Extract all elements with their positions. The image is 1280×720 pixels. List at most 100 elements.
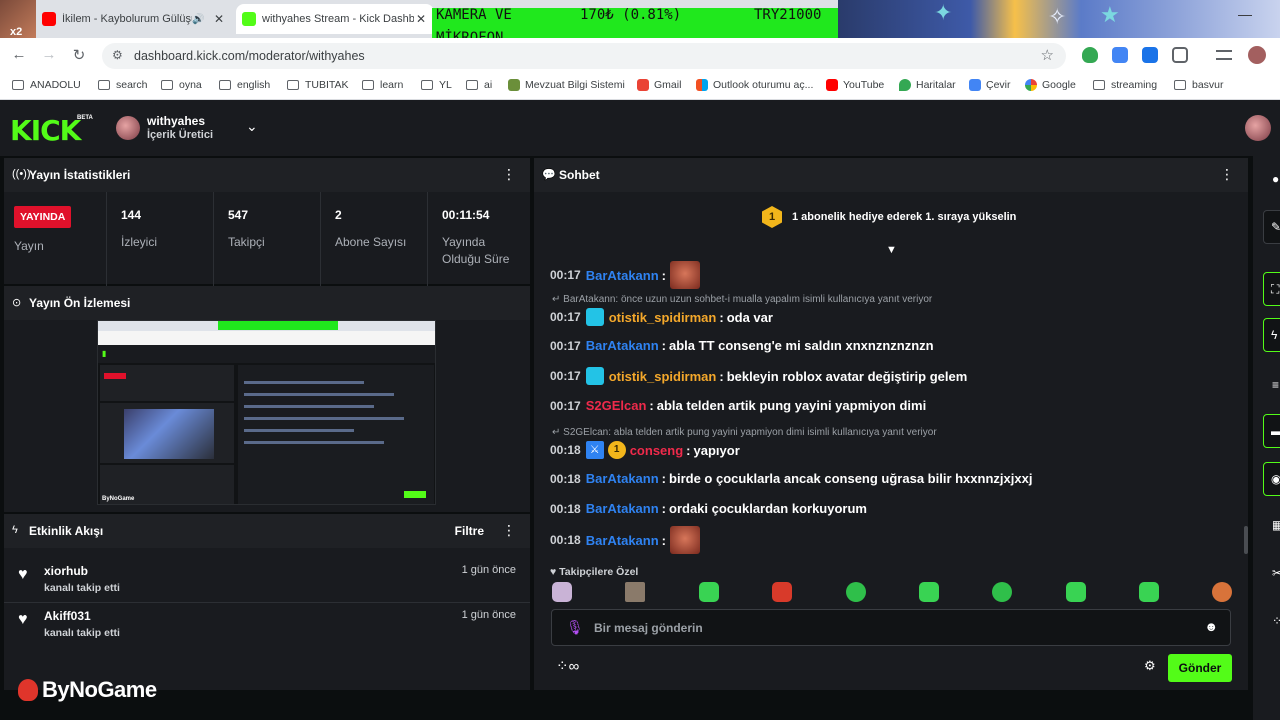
site-info-icon[interactable]: ⚙ xyxy=(112,48,123,62)
emote-icon[interactable] xyxy=(992,582,1012,602)
bookmark-link[interactable]: Mevzuat Bilgi Sistemi xyxy=(508,79,625,91)
send-button[interactable]: Gönder xyxy=(1168,654,1232,682)
pinned-toggle-icon[interactable]: ▼ xyxy=(886,244,897,256)
bookmark-folder[interactable]: search xyxy=(98,79,148,91)
bookmark-link[interactable]: Gmail xyxy=(637,79,681,91)
zoom-badge: x2 xyxy=(10,26,23,38)
lightning-icon: ϟ xyxy=(12,524,18,536)
emote-icon[interactable] xyxy=(846,582,866,602)
chat-username[interactable]: conseng xyxy=(630,443,683,458)
emoji-picker-icon[interactable]: ☻ xyxy=(1204,619,1218,634)
chat-username[interactable]: BarAtakann xyxy=(586,501,659,516)
reload-icon[interactable]: ↻ xyxy=(70,46,88,64)
emote-icon[interactable] xyxy=(1139,582,1159,602)
tool-button[interactable]: ⛶ xyxy=(1263,272,1280,306)
bookmark-link[interactable]: YouTube xyxy=(826,79,884,91)
kick-points-icon[interactable]: ⁘∞ xyxy=(556,657,579,675)
forward-icon[interactable]: → xyxy=(40,46,58,63)
bookmark-folder[interactable]: ai xyxy=(466,79,492,91)
share-icon[interactable]: ⁘ xyxy=(1272,614,1280,628)
url-omnibox[interactable]: ⚙ dashboard.kick.com/moderator/withyahes… xyxy=(102,43,1066,69)
preview-nested xyxy=(124,409,214,459)
bookmark-folder[interactable]: streaming xyxy=(1093,79,1157,91)
bookmark-folder[interactable]: ANADOLU xyxy=(12,79,81,91)
sub-gift-banner[interactable]: 1 1 abonelik hediye ederek 1. sıraya yük… xyxy=(762,206,1016,228)
info-icon[interactable]: ● xyxy=(1272,172,1279,186)
emote-icon[interactable] xyxy=(699,582,719,602)
youtube-icon xyxy=(826,79,838,91)
stream-preview-video[interactable]: ▮ ByNoGame xyxy=(97,320,436,505)
emote-icon[interactable] xyxy=(625,582,645,602)
lightning-tool-button[interactable]: ϟ xyxy=(1263,318,1280,352)
back-icon[interactable]: ← xyxy=(10,46,28,63)
emote-icon[interactable] xyxy=(772,582,792,602)
bookmark-link[interactable]: Outlook oturumu aç... xyxy=(696,79,813,91)
follower-name[interactable]: Akiff031 xyxy=(44,609,91,623)
kick-logo[interactable]: KICK xyxy=(10,114,81,147)
reading-list-icon[interactable] xyxy=(1216,50,1232,60)
gear-icon[interactable]: ⚙ xyxy=(1144,658,1156,674)
folder-icon xyxy=(1093,80,1105,90)
follower-name[interactable]: xiorhub xyxy=(44,564,88,578)
bookmark-link[interactable]: Google xyxy=(1025,79,1076,91)
close-tab-icon[interactable]: ✕ xyxy=(212,12,226,26)
browser-tab-kick[interactable]: withyahes Stream - Kick Dashboard ✕ xyxy=(236,4,434,34)
chat-username[interactable]: BarAtakann xyxy=(586,338,659,353)
chat-username[interactable]: BarAtakann xyxy=(586,471,659,486)
user-avatar[interactable] xyxy=(1245,115,1271,141)
microsoft-icon xyxy=(696,79,708,91)
chat-username[interactable]: S2GElcan xyxy=(586,398,647,413)
chat-scrollbar[interactable] xyxy=(1244,526,1248,554)
chat-text: abla telden artik pung yayini yapmiyon d… xyxy=(656,398,927,413)
edit-tool-button[interactable]: ✎ xyxy=(1263,210,1280,244)
chat-username[interactable]: BarAtakann xyxy=(586,268,659,283)
chat-tool-button[interactable]: ▬ xyxy=(1263,414,1280,448)
preview-address-bar xyxy=(98,331,435,345)
channel-name[interactable]: withyahes xyxy=(147,114,205,128)
chat-username[interactable]: otistik_spidirman xyxy=(609,369,717,384)
bookmark-folder[interactable]: TUBITAK xyxy=(287,79,349,91)
extension-icon[interactable] xyxy=(1112,47,1128,63)
emote-icon[interactable] xyxy=(919,582,939,602)
more-options-icon[interactable]: ⋮ xyxy=(1220,166,1234,183)
layout-icon[interactable]: ▦ xyxy=(1272,518,1280,532)
chat-username[interactable]: BarAtakann xyxy=(586,533,659,548)
bookmark-folder[interactable]: english xyxy=(219,79,270,91)
extension-icon[interactable] xyxy=(1142,47,1158,63)
stats-header: ((•)) Yayın İstatistikleri ⋮ xyxy=(4,158,530,192)
bookmark-folder[interactable]: oyna xyxy=(161,79,202,91)
translate-icon xyxy=(969,79,981,91)
list-icon[interactable]: ≡ xyxy=(1272,378,1279,392)
bookmark-link[interactable]: Haritalar xyxy=(899,79,956,91)
bookmark-star-icon[interactable]: ☆ xyxy=(1041,46,1054,64)
sub-gift-text: 1 abonelik hediye ederek 1. sıraya yükse… xyxy=(792,211,1017,223)
microphone-icon[interactable]: 🎙 xyxy=(566,619,584,636)
close-tab-icon[interactable]: ✕ xyxy=(414,12,428,26)
wrench-icon[interactable]: ✂ xyxy=(1272,566,1280,580)
chevron-down-icon[interactable]: ⌄ xyxy=(246,118,258,135)
bookmark-folder[interactable]: YL xyxy=(421,79,452,91)
maps-icon xyxy=(899,79,911,91)
beta-label: BETA xyxy=(77,115,93,121)
bookmark-folder[interactable]: learn xyxy=(362,79,403,91)
more-options-icon[interactable]: ⋮ xyxy=(502,166,516,183)
profile-avatar[interactable] xyxy=(1248,46,1266,64)
broadcast-tool-button[interactable]: ◉ xyxy=(1263,462,1280,496)
bookmark-link[interactable]: Çevir xyxy=(969,79,1011,91)
channel-avatar[interactable] xyxy=(116,116,140,140)
list-item: ♥ Akiff031 kanalı takip etti 1 gün önce xyxy=(4,603,530,648)
extensions-puzzle-icon[interactable] xyxy=(1172,47,1188,63)
more-options-icon[interactable]: ⋮ xyxy=(502,522,516,539)
emote-icon[interactable] xyxy=(1212,582,1232,602)
browser-tab-youtube[interactable]: İkilem - Kaybolurum Gülüşü 🔊 ✕ xyxy=(36,4,232,34)
filter-button[interactable]: Filtre xyxy=(455,524,484,538)
chat-message-input[interactable]: 🎙 Bir mesaj gönderin ☻ xyxy=(551,609,1231,646)
emote-icon[interactable] xyxy=(1066,582,1086,602)
bookmark-folder[interactable]: basvur xyxy=(1174,79,1224,91)
extension-shield-icon[interactable] xyxy=(1082,47,1098,63)
preview-chat xyxy=(238,365,434,504)
chat-username[interactable]: otistik_spidirman xyxy=(609,310,717,325)
preview-icon: ⊙ xyxy=(12,297,22,309)
emote-icon[interactable] xyxy=(552,582,572,602)
activity-action: kanalı takip etti xyxy=(44,627,120,639)
